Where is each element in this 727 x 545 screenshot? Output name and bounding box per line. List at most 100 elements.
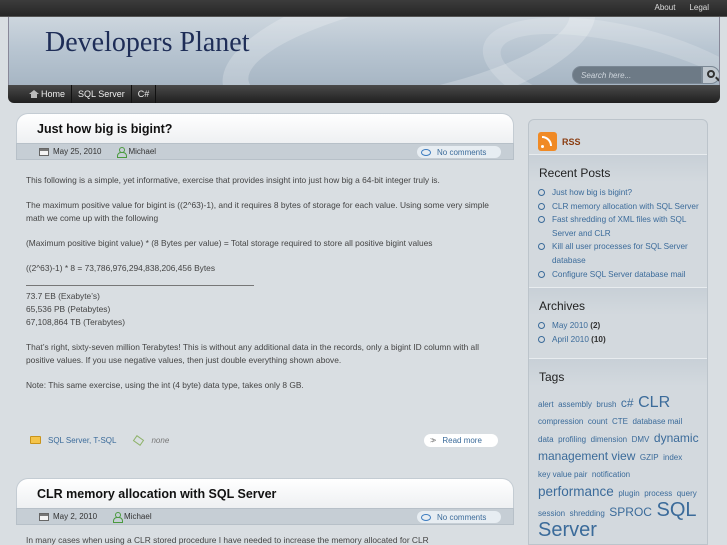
tag-link[interactable]: GZIP <box>640 453 659 462</box>
sidebar: RSS Recent Posts Just how big is bigint?… <box>528 119 708 545</box>
search-input[interactable] <box>572 66 702 84</box>
comments-link[interactable]: No comments <box>417 146 501 158</box>
tag-link[interactable]: dimension <box>591 435 627 444</box>
top-bar: About Legal <box>0 0 727 17</box>
tag-link[interactable]: session <box>538 509 565 518</box>
size-line: 73.7 EB (Exabyte’s) <box>26 291 100 301</box>
author-icon <box>113 512 124 523</box>
home-icon <box>29 90 39 98</box>
post-author[interactable]: Michael <box>128 147 156 156</box>
tag-link[interactable]: c# <box>621 396 634 410</box>
recent-post-link[interactable]: Fast shredding of XML files with SQL Ser… <box>552 213 701 240</box>
list-item[interactable]: Fast shredding of XML files with SQL Ser… <box>538 213 701 240</box>
post: Just how big is bigint? May 25, 2010 Mic… <box>16 113 514 449</box>
post-header: CLR memory allocation with SQL Server <box>16 478 514 508</box>
rss-icon <box>538 132 557 151</box>
read-more-button[interactable]: >> Read more <box>424 434 498 447</box>
post-paragraph: Note: This same exercise, using the int … <box>26 380 304 390</box>
tag-link[interactable]: key value pair <box>538 470 587 479</box>
post-title[interactable]: Just how big is bigint? <box>37 122 172 136</box>
tag-link[interactable]: data <box>538 435 554 444</box>
list-item[interactable]: Kill all user processes for SQL Server d… <box>538 240 701 267</box>
nav-sql-server[interactable]: SQL Server <box>72 85 132 103</box>
bullet-icon <box>538 270 545 278</box>
post-meta: May 2, 2010 Michael No comments <box>16 508 514 525</box>
tags-title: Tags <box>529 358 707 387</box>
tag-link[interactable]: brush <box>596 400 616 409</box>
tag-link[interactable]: notification <box>592 470 630 479</box>
recent-posts-list: Just how big is bigint? CLR memory alloc… <box>529 182 707 287</box>
list-item[interactable]: April 2010 (10) <box>538 333 701 347</box>
tag-link[interactable]: performance <box>538 484 614 499</box>
post-footer: SQL Server, T-SQL none >> Read more <box>16 431 514 449</box>
folder-icon <box>30 436 41 444</box>
tag-link[interactable]: assembly <box>558 400 592 409</box>
post-title[interactable]: CLR memory allocation with SQL Server <box>37 487 276 501</box>
tag-link[interactable]: DMV <box>632 435 650 444</box>
site-title[interactable]: Developers Planet <box>45 27 250 59</box>
bullet-icon <box>538 335 545 343</box>
legal-link[interactable]: Legal <box>689 3 709 12</box>
archive-link[interactable]: April 2010 <box>552 335 589 344</box>
comments-label: No comments <box>437 512 487 522</box>
comments-link[interactable]: No comments <box>417 511 501 523</box>
list-item[interactable]: Configure SQL Server database mail <box>538 268 701 282</box>
archives-title: Archives <box>529 287 707 316</box>
post: CLR memory allocation with SQL Server Ma… <box>16 478 514 545</box>
tag-link[interactable]: CLR <box>638 394 670 411</box>
main-content: Just how big is bigint? May 25, 2010 Mic… <box>16 113 514 545</box>
post-paragraph: The maximum positive value for bigint is… <box>26 200 489 223</box>
post-body: This following is a simple, yet informat… <box>16 160 514 414</box>
archive-count: (10) <box>591 334 606 344</box>
archive-count: (2) <box>590 321 601 331</box>
recent-posts-title: Recent Posts <box>529 154 707 182</box>
tag-link[interactable]: compression <box>538 417 583 426</box>
about-link[interactable]: About <box>655 3 676 12</box>
list-item[interactable]: Just how big is bigint? <box>538 186 701 200</box>
author-icon <box>117 147 128 158</box>
tag-link[interactable]: index <box>663 453 682 462</box>
comment-bubble-icon <box>421 148 431 156</box>
comments-label: No comments <box>437 147 487 157</box>
list-item[interactable]: CLR memory allocation with SQL Server <box>538 200 701 214</box>
tag-link[interactable]: shredding <box>570 509 605 518</box>
post-header: Just how big is bigint? <box>16 113 514 143</box>
bullet-icon <box>538 243 545 251</box>
nav-home[interactable]: Home <box>23 85 73 103</box>
archive-link[interactable]: May 2010 <box>552 321 588 330</box>
top-links: About Legal <box>655 3 709 12</box>
nav-csharp[interactable]: C# <box>132 85 157 103</box>
post-body: In many cases when using a CLR stored pr… <box>16 525 514 545</box>
tag-link[interactable]: query <box>677 489 697 498</box>
comment-bubble-icon <box>421 513 431 521</box>
calendar-icon <box>39 512 49 521</box>
recent-post-link[interactable]: Just how big is bigint? <box>552 186 632 200</box>
calendar-icon <box>39 147 49 156</box>
size-line: 67,108,864 TB (Terabytes) <box>26 317 126 327</box>
search-box <box>572 66 719 84</box>
recent-post-link[interactable]: Kill all user processes for SQL Server d… <box>552 240 701 267</box>
list-item[interactable]: May 2010 (2) <box>538 319 701 333</box>
tag-link[interactable]: process <box>644 489 672 498</box>
tag-link[interactable]: SPROC <box>609 505 652 519</box>
rss-link[interactable]: RSS <box>529 120 707 154</box>
tag-link[interactable]: count <box>588 417 608 426</box>
post-paragraph: That’s right, sixty-seven million Teraby… <box>26 342 479 365</box>
tag-link[interactable]: profiling <box>558 435 586 444</box>
tag-link[interactable]: plugin <box>618 489 639 498</box>
post-categories[interactable]: SQL Server, T-SQL <box>48 436 116 445</box>
bullet-icon <box>538 216 545 224</box>
post-date: May 2, 2010 <box>53 512 98 521</box>
tag-link[interactable]: database mail <box>632 417 682 426</box>
tag-icon <box>133 434 145 446</box>
post-author[interactable]: Michael <box>124 512 152 521</box>
post-meta: May 25, 2010 Michael No comments <box>16 143 514 160</box>
tag-link[interactable]: CTE <box>612 417 628 426</box>
recent-post-link[interactable]: CLR memory allocation with SQL Server <box>552 200 699 214</box>
search-button[interactable] <box>702 66 719 84</box>
post-paragraph: This following is a simple, yet informat… <box>26 175 440 185</box>
size-line: 65,536 PB (Petabytes) <box>26 304 111 314</box>
tag-link[interactable]: alert <box>538 400 554 409</box>
tag-cloud: alert assembly brush c# CLR compression … <box>529 386 707 542</box>
recent-post-link[interactable]: Configure SQL Server database mail <box>552 268 686 282</box>
